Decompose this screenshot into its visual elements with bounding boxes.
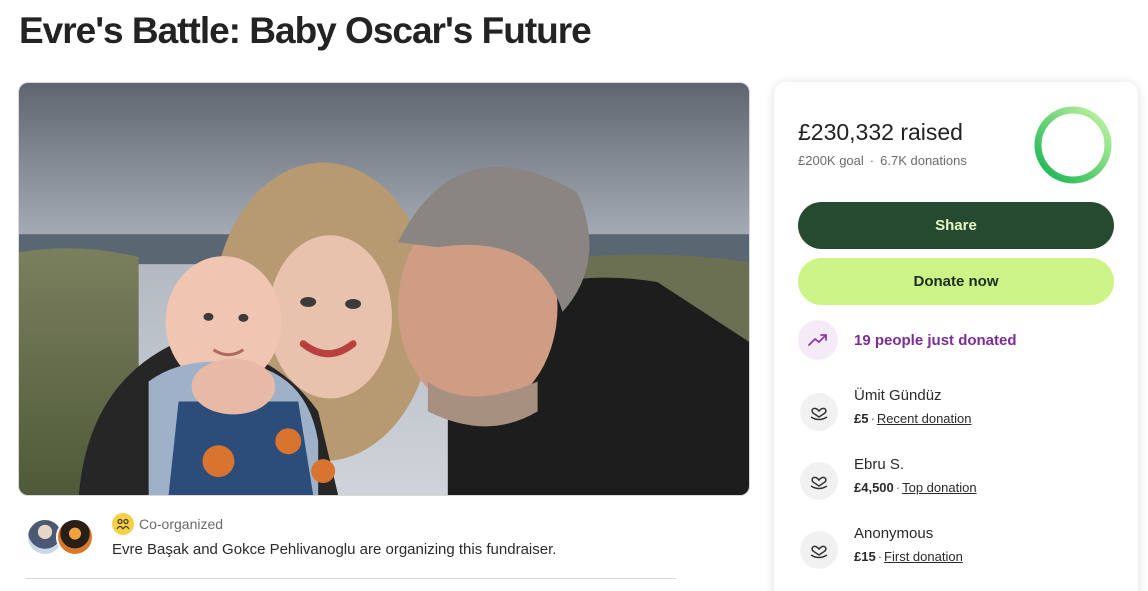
donor-name: Ebru S. [854,456,905,473]
donation-tag-link[interactable]: First donation [884,549,963,564]
donor-meta: £5 · Recent donation [854,411,972,426]
donor-amount: £15 [854,549,876,564]
separator-dot: · [877,549,883,564]
heart-hand-icon [800,462,838,500]
co-organized-label: Co-organized [139,516,224,532]
donor-name: Ümit Gündüz [854,387,942,404]
donation-count: 6.7K donations [880,153,967,168]
recent-donations-trend[interactable]: 19 people just donated [798,320,1017,360]
donor-name: Anonymous [854,525,934,542]
donation-tag-link[interactable]: Top donation [902,480,976,495]
organizer-text: Evre Başak and Gokce Pehlivanoglu are or… [112,541,557,558]
people-group-icon [112,513,134,535]
heart-hand-icon [800,531,838,569]
co-organized-badge: Co-organized [112,513,223,535]
trending-up-icon [798,320,838,360]
donation-card: £230,332 raised £200K goal · 6.7K donation… [774,82,1138,591]
donor-item: Ümit Gündüz £5 · Recent donation [798,387,1118,435]
donor-amount: £4,500 [854,480,894,495]
organizer-row: Co-organized Evre Başak and Gokce Pehliv… [26,511,676,561]
goal-summary: £200K goal · 6.7K donations [798,153,967,168]
donor-meta: £4,500 · Top donation [854,480,977,495]
organizer-avatar[interactable] [56,518,94,556]
trend-text: 19 people just donated [854,331,1017,349]
heart-hand-icon [800,393,838,431]
goal-amount: £200K goal [798,153,864,168]
family-photo [19,83,749,495]
donor-amount: £5 [854,411,869,426]
separator-dot: · [869,153,875,168]
section-divider [26,578,676,579]
share-button[interactable]: Share [798,202,1114,249]
donor-meta: £15 · First donation [854,549,963,564]
separator-dot: · [895,480,901,495]
amount-raised: £230,332 raised [798,119,963,145]
donor-item: Ebru S. £4,500 · Top donation [798,456,1118,504]
page-title: Evre's Battle: Baby Oscar's Future [19,10,592,51]
donation-tag-link[interactable]: Recent donation [877,411,972,426]
separator-dot: · [870,411,875,426]
donate-now-button[interactable]: Donate now [798,258,1114,305]
hero-image[interactable] [18,82,750,496]
donor-item: Anonymous £15 · First donation [798,525,1118,573]
progress-ring [1034,106,1112,184]
